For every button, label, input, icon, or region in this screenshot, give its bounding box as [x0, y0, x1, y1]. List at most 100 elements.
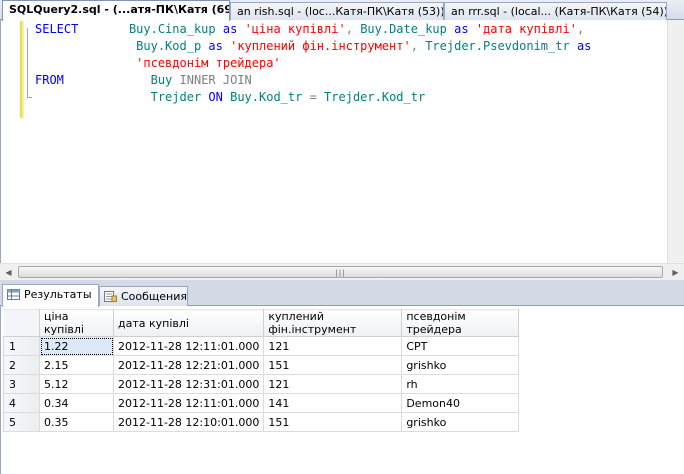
code-token: =	[309, 90, 317, 104]
code-token: Trejder.Kod_tr	[324, 90, 426, 104]
results-tab-strip: Результаты Сообщения	[0, 283, 684, 307]
sql-editor[interactable]: SELECT Buy.Cina_kup as 'ціна купівлі', B…	[0, 20, 684, 263]
code-token: Trejder.Psevdonim_tr	[425, 39, 570, 53]
cell-instrument[interactable]: 151	[263, 412, 403, 432]
cell-date[interactable]: 2012-11-28 12:31:01.000	[112, 374, 265, 394]
thumb-grip-icon: |||	[335, 269, 346, 277]
code-token: ,	[576, 22, 585, 36]
scroll-left-arrow-icon[interactable]: ◀	[0, 264, 17, 281]
scroll-right-arrow-icon[interactable]: ▶	[667, 264, 684, 281]
code-token: 'ціна купівлі'	[244, 22, 346, 36]
column-header-price[interactable]: ціна купівлі	[39, 309, 114, 337]
editor-horizontal-scrollbar[interactable]: ◀ ||| ▶	[0, 263, 684, 280]
cell-date[interactable]: 2012-11-28 12:21:01.000	[112, 355, 265, 375]
cell-date[interactable]: 2012-11-28 12:11:01.000	[112, 336, 265, 356]
cell-price[interactable]: 0.35	[39, 412, 114, 432]
table-row[interactable]: 2 2.15 2012-11-28 12:21:01.000 151 grish…	[3, 355, 520, 375]
row-number[interactable]: 1	[3, 336, 40, 356]
code-token: Buy	[150, 73, 173, 87]
table-row[interactable]: 1 1.22 2012-11-28 12:11:01.000 121 CPT	[3, 336, 520, 356]
grid-icon	[7, 289, 20, 300]
cell-price[interactable]: 5.12	[39, 374, 114, 394]
code-token: Buy.Kod_tr	[230, 90, 303, 104]
sql-code[interactable]: SELECT Buy.Cina_kup as 'ціна купівлі', B…	[35, 21, 591, 106]
horizontal-scroll-thumb[interactable]: |||	[18, 266, 663, 278]
code-token: FROM	[35, 73, 64, 87]
column-header-date[interactable]: дата купівлі	[112, 309, 265, 337]
code-token: Buy.Date_kup	[360, 22, 447, 36]
row-number[interactable]: 4	[3, 393, 40, 413]
code-line[interactable]: Buy.Kod_p as 'куплений фін.інструмент', …	[35, 38, 591, 55]
code-line[interactable]: Trejder ON Buy.Kod_tr = Trejder.Kod_tr	[35, 89, 591, 106]
code-token: INNER JOIN	[179, 73, 252, 87]
code-line[interactable]: SELECT Buy.Cina_kup as 'ціна купівлі', B…	[35, 21, 591, 38]
row-number[interactable]: 5	[3, 412, 40, 432]
tab-messages[interactable]: Сообщения	[99, 286, 188, 306]
results-grid[interactable]: ціна купівлі дата купівлі куплений фін.і…	[0, 306, 684, 474]
tab-results[interactable]: Результаты	[2, 284, 99, 307]
tab-results-label: Результаты	[24, 288, 92, 301]
cell-instrument[interactable]: 151	[263, 355, 403, 375]
cell-price[interactable]: 0.34	[39, 393, 114, 413]
tab-rrr[interactable]: an rrr.sql - (local... (Катя-ПК\Катя (54…	[444, 2, 667, 20]
outline-end-tick	[27, 97, 32, 98]
code-token: 'куплений фін.інструмент'	[230, 39, 411, 53]
cell-nickname[interactable]: grishko	[401, 412, 520, 432]
column-header-instrument[interactable]: куплений фін.інструмент	[263, 309, 403, 337]
cell-date[interactable]: 2012-11-28 12:11:01.000	[112, 393, 265, 413]
document-tab-strip: SQLQuery2.sql - (...атя-ПК\Катя (69))* a…	[0, 0, 684, 21]
editor-vertical-scrollbar[interactable]	[667, 20, 684, 263]
cell-instrument[interactable]: 121	[263, 374, 403, 394]
table-row[interactable]: 4 0.34 2012-11-28 12:11:01.000 141 Demon…	[3, 393, 520, 413]
code-token: as	[208, 39, 223, 53]
code-token: as	[576, 39, 592, 53]
cell-nickname[interactable]: rh	[401, 374, 520, 394]
cell-instrument[interactable]: 141	[263, 393, 403, 413]
corner-header[interactable]	[3, 309, 40, 337]
column-header-nickname[interactable]: псевдонім трейдера	[401, 309, 520, 337]
tab-sqlquery2[interactable]: SQLQuery2.sql - (...атя-ПК\Катя (69))*	[2, 0, 230, 21]
code-token: 'дата купівлі'	[475, 22, 577, 36]
cell-date[interactable]: 2012-11-28 12:10:01.000	[112, 412, 265, 432]
code-line[interactable]: FROM Buy INNER JOIN	[35, 72, 591, 89]
row-number[interactable]: 2	[3, 355, 40, 375]
row-number[interactable]: 3	[3, 374, 40, 394]
cell-nickname[interactable]: Demon40	[401, 393, 520, 413]
table-row[interactable]: 5 0.35 2012-11-28 12:10:01.000 151 grish…	[3, 412, 520, 432]
table-row[interactable]: 3 5.12 2012-11-28 12:31:01.000 121 rh	[3, 374, 520, 394]
outline-line	[27, 28, 28, 98]
tab-rish[interactable]: an rish.sql - (loc...Катя-ПК\Катя (53))*	[230, 2, 444, 20]
cell-nickname[interactable]: grishko	[401, 355, 520, 375]
code-token: Buy.Cina_kup	[128, 22, 216, 36]
code-token: SELECT	[35, 22, 79, 36]
code-token: ,	[345, 22, 353, 36]
code-token: ON	[208, 90, 223, 104]
change-indicator-bar	[20, 20, 24, 118]
header-row: ціна купівлі дата купівлі куплений фін.і…	[3, 309, 520, 337]
code-token: Trejder	[150, 90, 202, 104]
code-token: ,	[410, 39, 418, 53]
messages-icon	[104, 291, 117, 302]
code-token: as	[222, 22, 238, 36]
tab-messages-label: Сообщения	[121, 290, 188, 303]
code-token: Buy.Kod_p	[136, 39, 202, 53]
cell-price[interactable]: 1.22	[39, 336, 114, 356]
code-line[interactable]: 'псевдонім трейдера'	[35, 55, 591, 72]
results-table[interactable]: ціна купівлі дата купівлі куплений фін.і…	[3, 309, 520, 432]
cell-price[interactable]: 2.15	[39, 355, 114, 375]
cell-nickname[interactable]: CPT	[401, 336, 520, 356]
cell-instrument[interactable]: 121	[263, 336, 403, 356]
